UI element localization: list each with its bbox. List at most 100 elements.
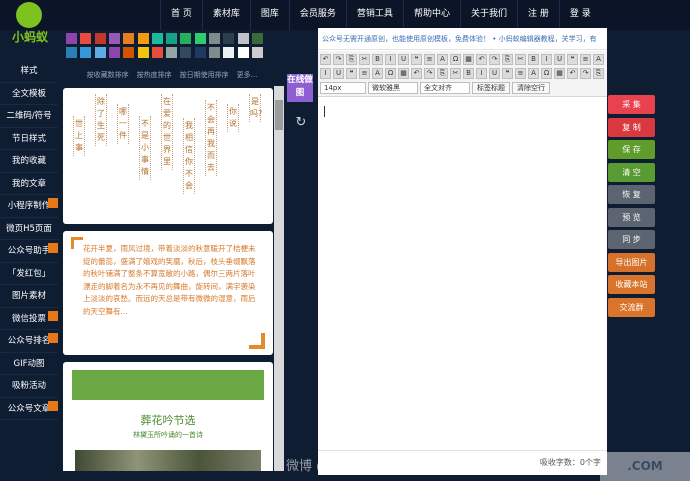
color-swatch[interactable]: [223, 33, 235, 44]
filter-favorites[interactable]: 按收藏数排序: [87, 70, 129, 84]
toolbar-button[interactable]: ❝: [502, 68, 513, 79]
toolbar-button[interactable]: ▦: [554, 68, 565, 79]
nav-member[interactable]: 会员服务: [288, 0, 346, 30]
color-swatch[interactable]: [151, 33, 163, 44]
sidebar-item[interactable]: 节日样式: [0, 128, 58, 150]
template-card-poem[interactable]: 世上事 除了生死 哪一件 不是小事情 在爱的世界里 我相信你不会 不会再我而去 你说 是吗?: [63, 88, 273, 224]
action-button[interactable]: 导出图片: [608, 252, 655, 272]
action-button[interactable]: 采 集: [608, 95, 655, 114]
action-button[interactable]: 收藏本站: [608, 275, 655, 294]
action-button[interactable]: 恢 复: [608, 185, 655, 204]
toolbar-button[interactable]: ↷: [489, 54, 500, 65]
toolbar-button[interactable]: ❝: [567, 54, 578, 65]
color-swatch[interactable]: [80, 33, 92, 44]
color-swatch[interactable]: [209, 33, 220, 44]
clear-lines-button[interactable]: 清除空行: [512, 82, 550, 94]
sidebar-item[interactable]: 图片素材: [0, 285, 58, 308]
sidebar-item[interactable]: GIF动图: [0, 353, 58, 375]
sidebar-item[interactable]: 公众号文章: [0, 398, 58, 420]
color-swatch[interactable]: [237, 33, 249, 44]
toolbar-button[interactable]: ≡: [580, 54, 591, 65]
sidebar-item[interactable]: 微页H5页面: [0, 218, 58, 240]
toolbar-button[interactable]: U: [333, 68, 344, 79]
font-family-select[interactable]: 微软雅黑: [368, 82, 418, 94]
toolbar-button[interactable]: ✂: [359, 54, 370, 65]
template-card-flower[interactable]: 葬花吟节选 林黛玉所吟诵的一首诗: [63, 362, 273, 471]
color-swatch[interactable]: [151, 47, 163, 58]
font-size-select[interactable]: 14px: [320, 82, 366, 94]
align-select[interactable]: 全文对齐: [420, 82, 470, 94]
color-swatch[interactable]: [94, 33, 106, 44]
toolbar-button[interactable]: ❝: [411, 54, 422, 65]
toolbar-button[interactable]: Ω: [541, 68, 552, 79]
toolbar-button[interactable]: ↷: [580, 68, 591, 79]
toolbar-button[interactable]: ↶: [411, 68, 422, 79]
nav-materials[interactable]: 素材库: [201, 0, 250, 30]
color-swatch[interactable]: [180, 33, 192, 44]
filter-date[interactable]: 按日期使用排序: [180, 70, 229, 84]
online-design-button[interactable]: 在线做图: [287, 74, 313, 102]
toolbar-button[interactable]: U: [398, 54, 409, 65]
toolbar-button[interactable]: B: [528, 54, 539, 65]
toolbar-button[interactable]: A: [593, 54, 604, 65]
color-swatch[interactable]: [223, 47, 235, 58]
toolbar-button[interactable]: A: [437, 54, 448, 65]
toolbar-button[interactable]: I: [385, 54, 396, 65]
color-swatch[interactable]: [251, 33, 263, 44]
toolbar-button[interactable]: ⎘: [437, 68, 448, 79]
toolbar-button[interactable]: ▦: [398, 68, 409, 79]
toolbar-button[interactable]: ↷: [424, 68, 435, 79]
action-button[interactable]: 同 步: [608, 230, 655, 249]
toolbar-button[interactable]: ⎘: [346, 54, 357, 65]
toolbar-button[interactable]: ⎘: [502, 54, 513, 65]
notice-text[interactable]: 公众号无需开通原创，也能使用原创模板，免费体验！ • 小蚂蚁编辑器教程，关学习，…: [322, 35, 597, 43]
nav-gallery[interactable]: 图库: [249, 0, 289, 30]
color-swatch[interactable]: [237, 47, 249, 58]
toolbar-button[interactable]: B: [372, 54, 383, 65]
color-swatch[interactable]: [166, 47, 178, 58]
toolbar-button[interactable]: ⎘: [593, 68, 604, 79]
toolbar-button[interactable]: Ω: [385, 68, 396, 79]
nav-register[interactable]: 注 册: [516, 0, 559, 30]
action-button[interactable]: 保 存: [608, 140, 655, 159]
toolbar-button[interactable]: A: [528, 68, 539, 79]
sidebar-item[interactable]: 公众号排名: [0, 330, 58, 353]
sidebar-item[interactable]: 样式: [0, 60, 58, 83]
sidebar-item[interactable]: 全文模板: [0, 83, 58, 105]
nav-about[interactable]: 关于我们: [459, 0, 517, 30]
toolbar-button[interactable]: ↶: [567, 68, 578, 79]
toolbar-button[interactable]: U: [554, 54, 565, 65]
toolbar-button[interactable]: ≡: [515, 68, 526, 79]
nav-help[interactable]: 帮助中心: [402, 0, 460, 30]
nav-login[interactable]: 登 录: [558, 0, 601, 30]
toolbar-button[interactable]: ▦: [463, 54, 474, 65]
edit-area[interactable]: [318, 98, 607, 450]
color-swatch[interactable]: [194, 47, 206, 58]
refresh-icon[interactable]: ↻: [294, 116, 308, 130]
color-swatch[interactable]: [123, 47, 135, 58]
color-swatch[interactable]: [80, 47, 92, 58]
title-button[interactable]: 标签标题: [472, 82, 510, 94]
template-card-essay[interactable]: 花开半夏，雨风过境，带着淡淡的秋意暖开了桔梗未绽的蕾蕊，盛满了嬉戏的笑靥，秋后，…: [63, 231, 273, 355]
color-swatch[interactable]: [166, 33, 178, 44]
color-swatch[interactable]: [94, 47, 106, 58]
toolbar-button[interactable]: A: [372, 68, 383, 79]
color-swatch[interactable]: [108, 33, 120, 44]
toolbar-button[interactable]: I: [476, 68, 487, 79]
logo[interactable]: 小蚂蚁: [4, 2, 54, 46]
scrollbar-thumb[interactable]: [275, 100, 283, 130]
sidebar-item[interactable]: 小程序制作: [0, 195, 58, 218]
sidebar-item[interactable]: 「发红包」: [0, 263, 58, 285]
toolbar-button[interactable]: ✂: [450, 68, 461, 79]
color-swatch[interactable]: [66, 47, 77, 58]
color-swatch[interactable]: [123, 33, 135, 44]
action-button[interactable]: 预 览: [608, 207, 655, 227]
action-button[interactable]: 复 制: [608, 117, 655, 137]
sidebar-item[interactable]: 二维码/符号: [0, 105, 58, 128]
toolbar-button[interactable]: ↷: [333, 54, 344, 65]
toolbar-button[interactable]: I: [541, 54, 552, 65]
toolbar-button[interactable]: ≡: [359, 68, 370, 79]
toolbar-button[interactable]: ✂: [515, 54, 526, 65]
template-scrollbar[interactable]: [274, 86, 284, 471]
toolbar-button[interactable]: ≡: [424, 54, 435, 65]
